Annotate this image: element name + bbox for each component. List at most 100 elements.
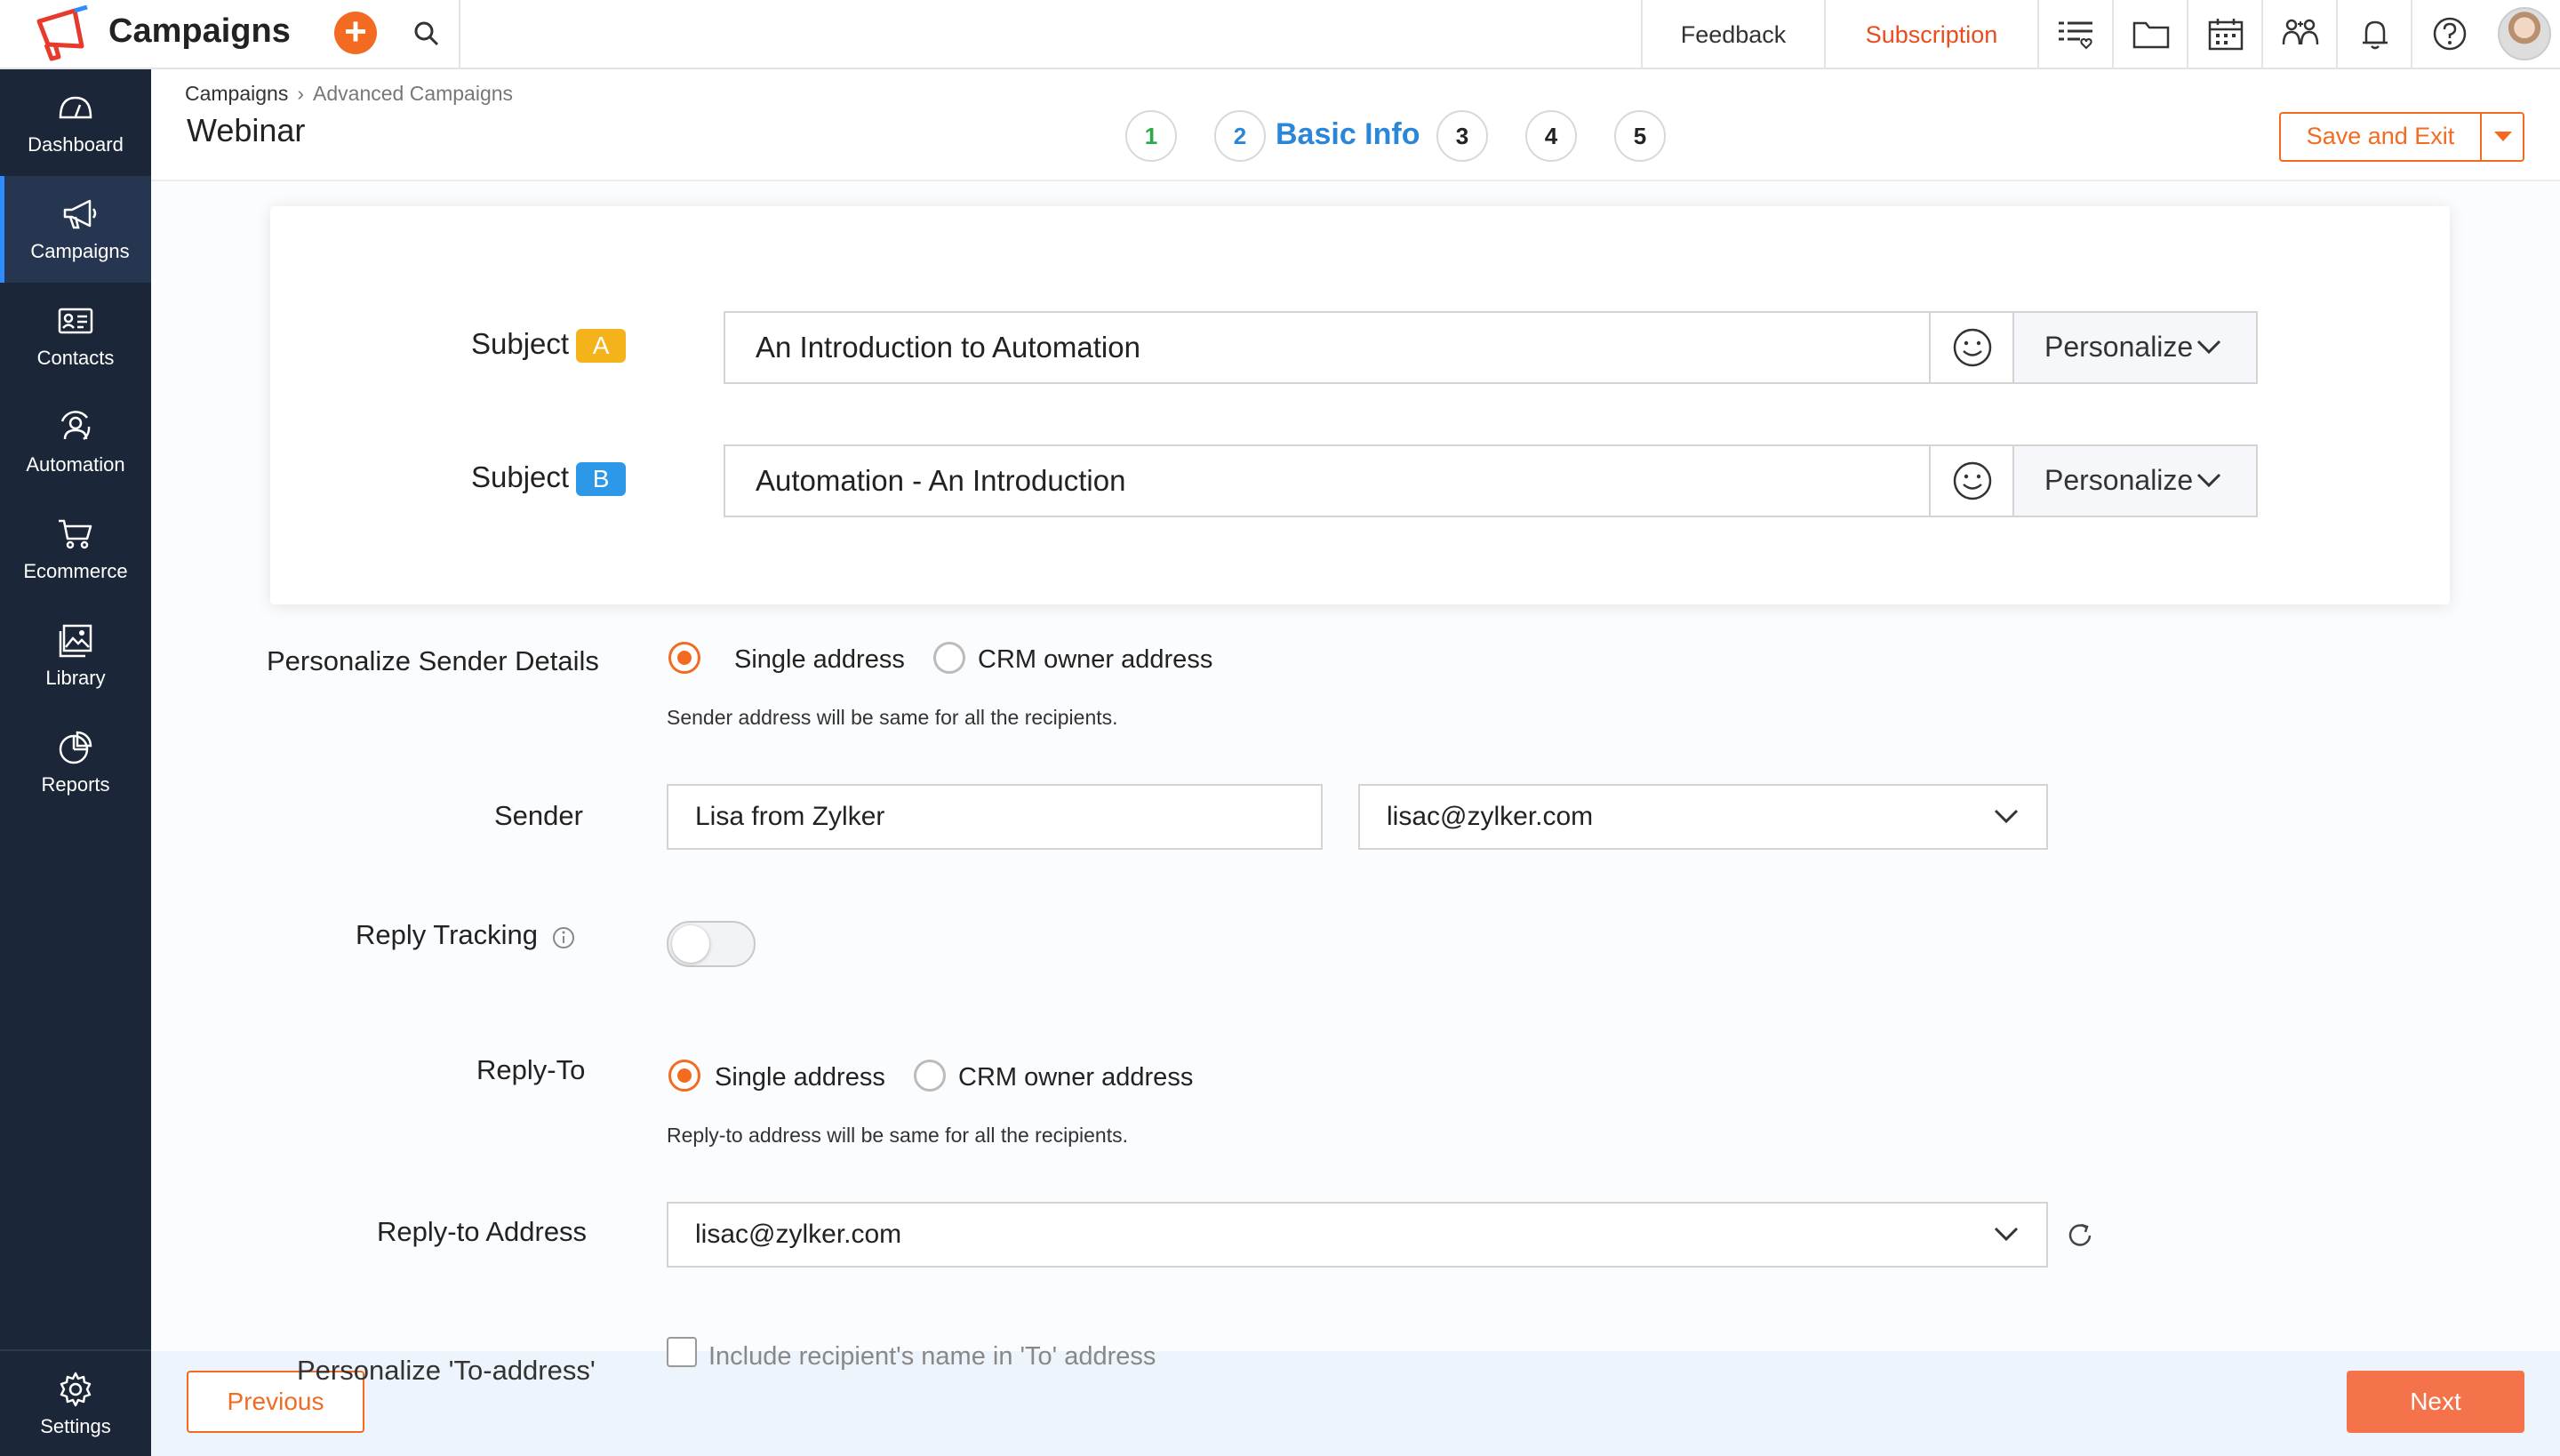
app-title: Campaigns [108, 12, 291, 50]
step-4[interactable]: 4 [1525, 110, 1577, 162]
next-button[interactable]: Next [2347, 1371, 2524, 1433]
subject-b-badge: B [576, 462, 627, 497]
subscription-link[interactable]: Subscription [1824, 0, 2037, 69]
sidebar-item-automation[interactable]: Automation [0, 389, 151, 496]
info-icon[interactable] [551, 925, 576, 950]
include-recipient-name-checkbox[interactable] [667, 1337, 697, 1367]
step-current-label: Basic Info [1276, 117, 1420, 151]
cart-icon [59, 519, 92, 549]
sidebar-item-label: Reports [41, 773, 110, 796]
sender-name-input[interactable]: Lisa from Zylker [667, 784, 1323, 850]
reply-to-address-select[interactable]: lisac@zylker.com [667, 1202, 2048, 1268]
image-library-icon [59, 624, 92, 658]
subject-label-text: Subject [471, 460, 570, 493]
sidebar-item-label: Settings [40, 1415, 111, 1437]
reply-to-single-address-label[interactable]: Single address [715, 1063, 885, 1092]
search-button[interactable] [393, 0, 460, 69]
feedback-link[interactable]: Feedback [1641, 0, 1824, 69]
subject-a-label: Subject A [471, 327, 627, 364]
save-and-exit-button[interactable]: Save and Exit [2279, 112, 2524, 162]
reply-to-hint: Reply-to address will be same for all th… [667, 1124, 1129, 1147]
personalize-label: Personalize [2044, 464, 2194, 496]
sender-crm-owner-label[interactable]: CRM owner address [978, 645, 1212, 675]
calendar-icon [2208, 19, 2244, 51]
reply-to-label: Reply-To [476, 1054, 586, 1085]
save-options-dropdown[interactable] [2480, 114, 2523, 160]
sidebar-item-dashboard[interactable]: Dashboard [0, 69, 151, 176]
create-plus-button[interactable]: + [334, 12, 377, 54]
refresh-icon[interactable] [2062, 1218, 2098, 1253]
team-button[interactable] [2261, 0, 2336, 69]
subject-a-input[interactable] [725, 313, 1929, 382]
step-3[interactable]: 3 [1436, 110, 1488, 162]
sidebar-item-label: Campaigns [30, 240, 130, 262]
subject-b-input[interactable] [725, 446, 1929, 516]
chevron-down-icon [1994, 1227, 2019, 1242]
sidebar-item-contacts[interactable]: Contacts [0, 283, 151, 389]
step-5[interactable]: 5 [1614, 110, 1666, 162]
sidebar-item-label: Automation [26, 453, 125, 476]
contact-card-icon [58, 308, 93, 334]
subject-b-field: Personalize [724, 444, 2258, 517]
step-1[interactable]: 1 [1125, 110, 1177, 162]
list-heart-button[interactable] [2037, 0, 2112, 69]
save-and-exit-label[interactable]: Save and Exit [2281, 114, 2480, 160]
to-address-label: Personalize 'To-address' [297, 1355, 596, 1386]
breadcrumb-chevron-icon: › [297, 82, 305, 105]
sidebar-item-label: Contacts [36, 347, 115, 369]
caret-down-icon [2494, 132, 2512, 141]
campaigns-logo-icon [36, 5, 88, 61]
emoji-button[interactable] [1929, 446, 2012, 516]
personalize-label: Personalize [2044, 331, 2194, 363]
help-button[interactable] [2411, 0, 2487, 69]
sender-hint: Sender address will be same for all the … [667, 706, 1118, 729]
sidebar-item-campaigns[interactable]: Campaigns [0, 176, 151, 283]
chevron-down-icon [2196, 340, 2221, 355]
sidebar-item-label: Library [45, 667, 106, 689]
automation-icon [60, 411, 91, 440]
sidebar: Dashboard Campaigns Contacts Automation … [0, 69, 151, 1456]
notifications-button[interactable] [2336, 0, 2411, 69]
subject-a-badge: A [576, 329, 627, 364]
top-bar: Campaigns + Feedback Subscription [0, 0, 2560, 69]
breadcrumb-parent[interactable]: Campaigns [185, 82, 288, 105]
reply-to-single-address-radio[interactable] [668, 1060, 700, 1092]
reply-tracking-toggle[interactable] [667, 921, 756, 967]
avatar[interactable] [2498, 7, 2551, 60]
reply-tracking-label: Reply Tracking [356, 919, 539, 950]
emoji-button[interactable] [1929, 313, 2012, 382]
gear-icon [60, 1372, 92, 1407]
help-icon [2433, 17, 2467, 51]
sidebar-item-library[interactable]: Library [0, 603, 151, 709]
reply-to-address-label: Reply-to Address [377, 1216, 588, 1247]
include-recipient-name-label[interactable]: Include recipient's name in 'To' address [708, 1342, 1156, 1372]
sender-single-address-radio[interactable] [668, 642, 700, 674]
smiley-icon [1953, 461, 1992, 500]
reply-to-crm-owner-radio[interactable] [914, 1060, 946, 1092]
personalize-dropdown[interactable]: Personalize [2012, 446, 2256, 516]
sender-crm-owner-radio[interactable] [933, 642, 965, 674]
sidebar-item-label: Dashboard [28, 133, 124, 156]
subject-b-label: Subject B [471, 460, 627, 497]
sidebar-item-ecommerce[interactable]: Ecommerce [0, 496, 151, 603]
list-heart-icon [2059, 21, 2092, 50]
sidebar-item-reports[interactable]: Reports [0, 709, 151, 816]
chevron-down-icon [1994, 809, 2019, 824]
breadcrumb-current: Advanced Campaigns [313, 82, 514, 105]
page-title: Webinar [187, 112, 306, 148]
campaign-header: Campaigns › Advanced Campaigns Webinar 1 2… [151, 69, 2560, 181]
sender-single-address-label[interactable]: Single address [734, 645, 905, 675]
search-icon [414, 21, 439, 46]
sender-email-value: lisac@zylker.com [1387, 802, 1594, 831]
folder-button[interactable] [2112, 0, 2187, 69]
step-2[interactable]: 2 [1214, 110, 1266, 162]
megaphone-icon [63, 199, 97, 229]
sender-email-select[interactable]: lisac@zylker.com [1358, 784, 2048, 850]
pie-chart-icon [59, 731, 92, 764]
personalize-dropdown[interactable]: Personalize [2012, 313, 2256, 382]
sender-label: Sender [494, 800, 583, 831]
sidebar-item-settings[interactable]: Settings [0, 1349, 151, 1456]
reply-to-crm-owner-label[interactable]: CRM owner address [958, 1063, 1193, 1092]
calendar-button[interactable] [2187, 0, 2261, 69]
chevron-down-icon [2196, 473, 2221, 488]
